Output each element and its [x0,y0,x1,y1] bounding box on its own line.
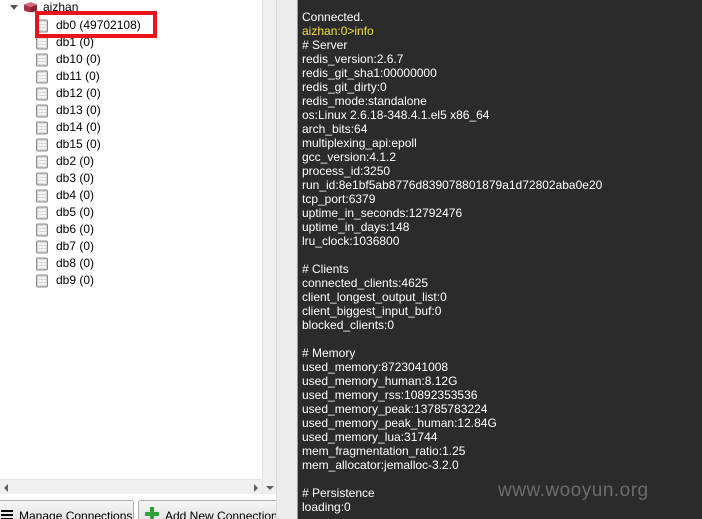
database-label: db2 (0) [56,153,95,168]
db0-highlight-box [35,11,157,38]
console-line: client_longest_output_list:0 [302,290,447,304]
database-icon [35,86,49,100]
tree-item-database[interactable]: db14 (0) [35,118,101,135]
tree-item-database[interactable]: db9 (0) [35,271,94,288]
database-label: db9 (0) [56,272,95,287]
console-line: used_memory_human:8.12G [302,374,458,388]
console-line: # Memory [302,346,356,360]
collapse-arrow-icon[interactable] [10,5,18,10]
connection-tree-pane: aizhan db0 (49702108) db1 (0) db10 (0) db11… [0,0,286,519]
console-line: os:Linux 2.6.18-348.4.1.el5 x86_64 [302,108,490,122]
console-line: mem_allocator:jemalloc-3.2.0 [302,458,459,472]
console-line: used_memory_rss:10892353536 [302,388,478,402]
horizontal-scrollbar[interactable] [0,479,262,494]
console-output[interactable]: Connected. aizhan:0>info # Server redis_ver… [298,0,702,519]
database-label: db13 (0) [56,102,101,117]
console-line: # Clients [302,262,349,276]
database-label: db4 (0) [56,187,95,202]
tree-item-database[interactable]: db13 (0) [35,101,101,118]
add-new-connection-label: Add New Connection [165,509,278,519]
database-icon [35,256,49,270]
vertical-scrollbar[interactable] [262,0,276,494]
console-line: used_memory_peak_human:12.84G [302,416,497,430]
database-icon [35,137,49,151]
console-line: redis_version:2.6.7 [302,52,404,66]
database-label: db15 (0) [56,136,101,151]
pane-splitter[interactable] [276,0,298,519]
console-line: gcc_version:4.1.2 [302,150,397,164]
tree-item-database[interactable]: db10 (0) [35,50,101,67]
scroll-down-arrow-icon[interactable] [266,486,274,490]
add-new-connection-button[interactable]: Add New Connection [138,500,286,519]
tree-item-database[interactable]: db7 (0) [35,237,94,254]
console-line: uptime_in_days:148 [302,220,410,234]
console-line: # Server [302,38,348,52]
database-icon [35,222,49,236]
connection-tree[interactable]: aizhan db0 (49702108) db1 (0) db10 (0) db11… [0,0,262,494]
tree-item-database[interactable]: db2 (0) [35,152,94,169]
console-line: connected_clients:4625 [302,276,429,290]
database-icon [35,52,49,66]
database-icon [35,69,49,83]
database-label: db3 (0) [56,170,95,185]
manage-connections-label: Manage Connections [19,509,133,519]
database-label: db14 (0) [56,119,101,134]
console-prompt-line: aizhan:0>info [302,24,374,38]
console-line: mem_fragmentation_ratio:1.25 [302,444,466,458]
database-label: db7 (0) [56,238,95,253]
tree-item-database[interactable]: db3 (0) [35,169,94,186]
database-icon [35,154,49,168]
scroll-left-arrow-icon[interactable] [4,484,8,492]
database-icon [35,103,49,117]
console-line: blocked_clients:0 [302,318,395,332]
console-line: redis_git_dirty:0 [302,80,387,94]
tree-item-database[interactable]: db12 (0) [35,84,101,101]
tree-item-database[interactable]: db6 (0) [35,220,94,237]
plus-icon [145,507,159,519]
tree-item-database[interactable]: db15 (0) [35,135,101,152]
database-icon [35,120,49,134]
database-icon [35,188,49,202]
database-icon [35,171,49,185]
console-line: run_id:8e1bf5ab8776d839078801879a1d72802… [302,178,603,192]
database-label: db6 (0) [56,221,95,236]
console-line: process_id:3250 [302,164,391,178]
database-icon [35,205,49,219]
database-label: db10 (0) [56,51,101,66]
tree-item-database[interactable]: db5 (0) [35,203,94,220]
console-line: tcp_port:6379 [302,192,376,206]
console-line: redis_mode:standalone [302,94,427,108]
console-line: Connected. [302,10,364,24]
console-line: redis_git_sha1:00000000 [302,66,437,80]
database-label: db12 (0) [56,85,101,100]
console-line: uptime_in_seconds:12792476 [302,206,463,220]
watermark-text: www.wooyun.org [498,480,649,501]
manage-connections-button[interactable]: Manage Connections [0,500,134,519]
list-icon [1,510,13,519]
tree-item-database[interactable]: db8 (0) [35,254,94,271]
tree-item-database[interactable]: db4 (0) [35,186,94,203]
console-line: used_memory_peak:13785783224 [302,402,488,416]
database-icon [35,239,49,253]
database-label: db5 (0) [56,204,95,219]
database-label: db8 (0) [56,255,95,270]
scroll-right-arrow-icon[interactable] [254,484,258,492]
database-icon [35,273,49,287]
console-line: arch_bits:64 [302,122,368,136]
console-line: used_memory_lua:31744 [302,430,438,444]
console-line: multiplexing_api:epoll [302,136,417,150]
tree-item-database[interactable]: db11 (0) [35,67,100,84]
console-line: loading:0 [302,500,351,514]
database-label: db11 (0) [56,68,100,83]
console-line: client_biggest_input_buf:0 [302,304,442,318]
console-line: lru_clock:1036800 [302,234,400,248]
console-line: used_memory:8723041008 [302,360,449,374]
